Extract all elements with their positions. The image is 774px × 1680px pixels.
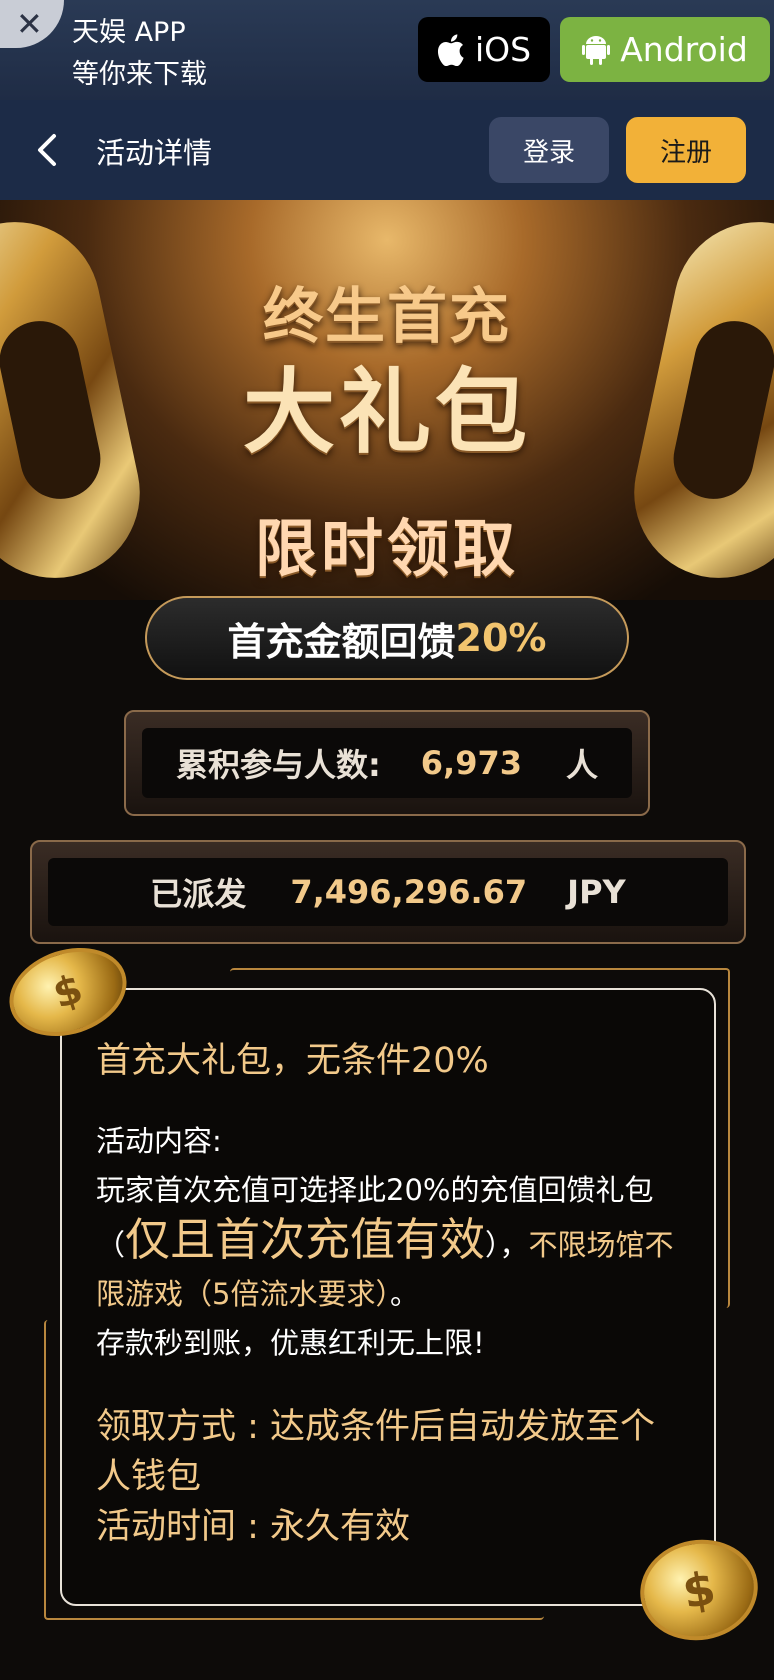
content-body: 活动内容: 玩家首次充值可选择此20%的充值回馈礼包（仅且首次充值有效），不限场… — [96, 1117, 684, 1368]
distributed-stat: 已派发 7,496,296.67 JPY — [30, 840, 746, 944]
participants-unit: 人 — [566, 746, 599, 784]
top-nav-bar: 活动详情 登录 注册 — [0, 100, 774, 200]
android-icon — [582, 35, 611, 65]
activity-content-card: 首充大礼包，无条件20% 活动内容: 玩家首次充值可选择此20%的充值回馈礼包（… — [60, 988, 716, 1606]
content-title: 首充大礼包，无条件20% — [96, 1041, 489, 1081]
claim-method: 领取方式 : 达成条件后自动发放至个人钱包 — [96, 1407, 656, 1497]
distributed-label: 已派发 — [150, 875, 247, 913]
banner-app-name: 天娱 APP — [72, 17, 186, 48]
app-download-banner: ✕ 天娱 APP 等你来下载 iOS Android — [0, 0, 774, 100]
android-download-button[interactable]: Android — [560, 17, 770, 82]
activity-time: 活动时间 : 永久有效 — [96, 1507, 411, 1547]
register-button[interactable]: 注册 — [626, 117, 746, 183]
rebate-percent: 20% — [455, 616, 547, 660]
close-banner-button[interactable]: ✕ — [0, 0, 64, 48]
rebate-pill: 首充金额回馈 20% — [145, 596, 629, 680]
body-line-2: 存款秒到账，优惠红利无上限! — [96, 1326, 485, 1360]
participants-stat: 累积参与人数: 6,973 人 — [124, 710, 650, 816]
body-highlight: 仅且首次充值有效 — [125, 1213, 486, 1266]
distributed-currency: JPY — [567, 873, 626, 911]
section-label: 活动内容: — [96, 1124, 222, 1158]
body-text-3: 。 — [389, 1277, 419, 1311]
banner-subtitle: 等你来下载 — [72, 59, 207, 90]
rebate-label: 首充金额回馈 — [227, 619, 456, 664]
hero-line-2: 大礼包 — [242, 359, 531, 466]
login-button[interactable]: 登录 — [489, 117, 609, 183]
content-paragraph: 玩家首次充值可选择此20%的充值回馈礼包（仅且首次充值有效），不限场馆不限游戏（… — [96, 1166, 684, 1319]
back-arrow-icon[interactable] — [30, 130, 66, 170]
promo-hero-banner: 终生首充 大礼包 限时领取 — [0, 200, 774, 600]
participants-value: 6,973 — [420, 744, 522, 782]
apple-icon — [437, 33, 464, 66]
ios-download-button[interactable]: iOS — [418, 17, 550, 82]
distributed-value: 7,496,296.67 — [290, 873, 528, 911]
ios-label: iOS — [474, 30, 532, 69]
android-label: Android — [620, 30, 748, 69]
body-text-2: ）， — [485, 1228, 529, 1262]
hero-line-3: 限时领取 — [254, 512, 519, 585]
page-title: 活动详情 — [96, 136, 213, 170]
participants-label: 累积参与人数: — [175, 746, 381, 784]
